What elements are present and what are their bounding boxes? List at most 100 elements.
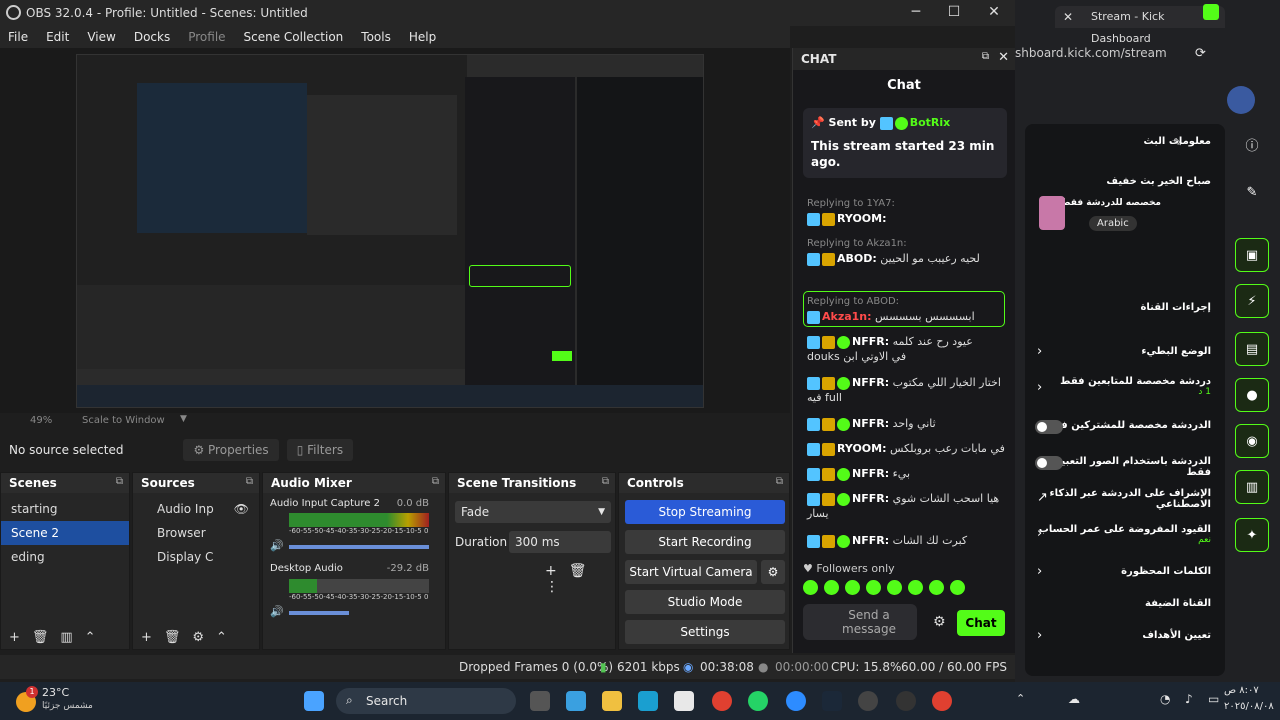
properties-button[interactable]: ⚙ Properties <box>183 439 279 461</box>
volume-slider[interactable] <box>289 545 429 549</box>
emote-icon[interactable] <box>908 580 923 595</box>
scene-item-selected[interactable]: Scene 2 <box>1 521 129 545</box>
chevron-icon[interactable]: › <box>1037 628 1042 643</box>
info-icon[interactable]: ⓘ <box>1235 130 1269 164</box>
speaker-icon[interactable]: 🔊 <box>270 539 284 552</box>
chat-bubble-icon[interactable]: ● <box>1235 378 1269 412</box>
emote-icon[interactable] <box>887 580 902 595</box>
toggle-switch[interactable] <box>1035 456 1063 470</box>
cloud-icon[interactable]: ☁ <box>1068 692 1080 706</box>
minimize-icon[interactable]: ─ <box>907 4 925 20</box>
start-recording-button[interactable]: Start Recording <box>625 530 785 554</box>
transition-select[interactable]: Fade ▼ <box>455 501 611 523</box>
filters-button[interactable]: ▯ Filters <box>286 439 354 461</box>
emote-icon[interactable] <box>845 580 860 595</box>
duration-input[interactable]: 300 ms <box>509 531 611 553</box>
popout-icon[interactable]: ⧉ <box>602 476 609 487</box>
close-icon[interactable]: ✕ <box>985 4 1003 20</box>
chat-username[interactable]: NFFR: <box>852 534 889 547</box>
steam-icon[interactable] <box>822 691 842 711</box>
popout-icon[interactable]: ⧉ <box>776 476 783 487</box>
chrome-icon[interactable] <box>712 691 732 711</box>
tray-chevron-icon[interactable]: ⌃ <box>1016 692 1025 705</box>
clock-date[interactable]: ٢٠٢٥/٠٨/٠٨ <box>1224 701 1274 712</box>
chat-username[interactable]: ABOD: <box>837 252 877 265</box>
zoom-icon[interactable] <box>786 691 806 711</box>
close-icon[interactable]: ✕ <box>998 50 1009 65</box>
menu-profile[interactable]: Profile <box>188 30 225 44</box>
app-icon[interactable] <box>858 691 878 711</box>
menu-help[interactable]: Help <box>409 30 436 44</box>
transitions-toolbar[interactable]: +🗑⋮ <box>545 563 615 595</box>
taskbar-search[interactable]: Search <box>336 688 516 714</box>
tab-close-icon[interactable]: ✕ <box>1063 10 1073 24</box>
chrome-icon[interactable] <box>932 691 952 711</box>
gear-icon[interactable]: ⚙ <box>761 560 785 584</box>
volume-icon[interactable]: ♪ <box>1185 692 1193 706</box>
layout-icon[interactable]: ▥ <box>1235 470 1269 504</box>
edge-icon[interactable] <box>638 691 658 711</box>
popout-icon[interactable]: ⧉ <box>432 476 439 487</box>
scale-mode[interactable]: Scale to Window <box>82 415 165 426</box>
sources-toolbar[interactable]: +🗑⚙⌃ <box>141 630 239 645</box>
menu-view[interactable]: View <box>87 30 115 44</box>
menu-docks[interactable]: Docks <box>134 30 170 44</box>
copilot-icon[interactable] <box>566 691 586 711</box>
language-tag[interactable]: Arabic <box>1089 216 1137 231</box>
source-item[interactable]: Browser <box>133 521 259 545</box>
eye-icon[interactable]: 👁 <box>234 497 249 521</box>
browser-tab[interactable]: Stream - Kick Dashboard <box>1055 6 1225 45</box>
popout-icon[interactable]: ⧉ <box>982 51 989 62</box>
avatar[interactable] <box>1227 86 1255 114</box>
chevron-icon[interactable]: › <box>1037 526 1042 541</box>
chat-username[interactable]: Akza1n: <box>822 310 872 323</box>
setting-row[interactable]: دردشة مخصصة للمتابعين فقط 1 د <box>1031 376 1211 397</box>
setting-row[interactable]: الوضع البطيء <box>1031 346 1211 357</box>
chat-username[interactable]: RYOOM: <box>837 212 887 225</box>
volume-slider[interactable] <box>289 611 349 615</box>
menu-scene-collection[interactable]: Scene Collection <box>244 30 344 44</box>
popout-icon[interactable]: ⧉ <box>246 476 253 487</box>
setting-row[interactable]: تعيين الأهداف <box>1031 630 1211 641</box>
toggle-switch[interactable] <box>1035 420 1063 434</box>
chevron-icon[interactable]: › <box>1037 344 1042 359</box>
notes-icon[interactable]: ▤ <box>1235 332 1269 366</box>
emote-icon[interactable] <box>866 580 881 595</box>
speaker-icon[interactable]: 🔊 <box>270 605 284 618</box>
clock-time[interactable]: ٨:٠٧ ص <box>1224 685 1259 696</box>
settings-button[interactable]: Settings <box>625 620 785 644</box>
menu-file[interactable]: File <box>8 30 28 44</box>
external-link-icon[interactable]: ↗ <box>1037 490 1048 505</box>
menu-tools[interactable]: Tools <box>361 30 391 44</box>
whatsapp-icon[interactable] <box>748 691 768 711</box>
camera-icon[interactable]: ▣ <box>1235 238 1269 272</box>
chat-username[interactable]: NFFR: <box>852 417 889 430</box>
source-item[interactable]: Display C <box>133 545 259 569</box>
broadcast-icon[interactable]: ◉ <box>1235 424 1269 458</box>
send-message-input[interactable]: Send a message <box>803 604 917 640</box>
edit-icon[interactable]: ✎ <box>1173 136 1182 149</box>
chevron-icon[interactable]: › <box>1037 564 1042 579</box>
reload-icon[interactable]: ⟳ <box>1195 46 1206 61</box>
pen-icon[interactable]: ✎ <box>1235 176 1269 210</box>
chevron-down-icon[interactable]: ▼ <box>180 414 187 424</box>
emote-bar[interactable] <box>803 580 965 595</box>
popout-icon[interactable]: ⧉ <box>116 476 123 487</box>
scene-item[interactable]: eding <box>1 545 129 569</box>
chat-username[interactable]: NFFR: <box>852 492 889 505</box>
emote-icon[interactable] <box>929 580 944 595</box>
maximize-icon[interactable]: ☐ <box>945 4 963 20</box>
chat-username[interactable]: RYOOM: <box>837 442 887 455</box>
studio-mode-button[interactable]: Studio Mode <box>625 590 785 614</box>
emote-icon[interactable] <box>803 580 818 595</box>
obs-icon[interactable] <box>896 691 916 711</box>
setting-row[interactable]: القيود المفروضة على عمر الحساب نعم <box>1031 524 1211 545</box>
emote-icon[interactable] <box>950 580 965 595</box>
scenes-toolbar[interactable]: +🗑▥⌃ <box>9 630 108 645</box>
chevron-icon[interactable]: › <box>1037 380 1042 395</box>
zoom-level[interactable]: 49% <box>30 415 52 426</box>
setting-row[interactable]: الكلمات المحظورة <box>1031 566 1211 577</box>
chat-username[interactable]: NFFR: <box>852 376 889 389</box>
bolt-icon[interactable]: ⚡ <box>1235 284 1269 318</box>
address-bar[interactable]: shboard.kick.com/stream <box>1015 40 1280 66</box>
